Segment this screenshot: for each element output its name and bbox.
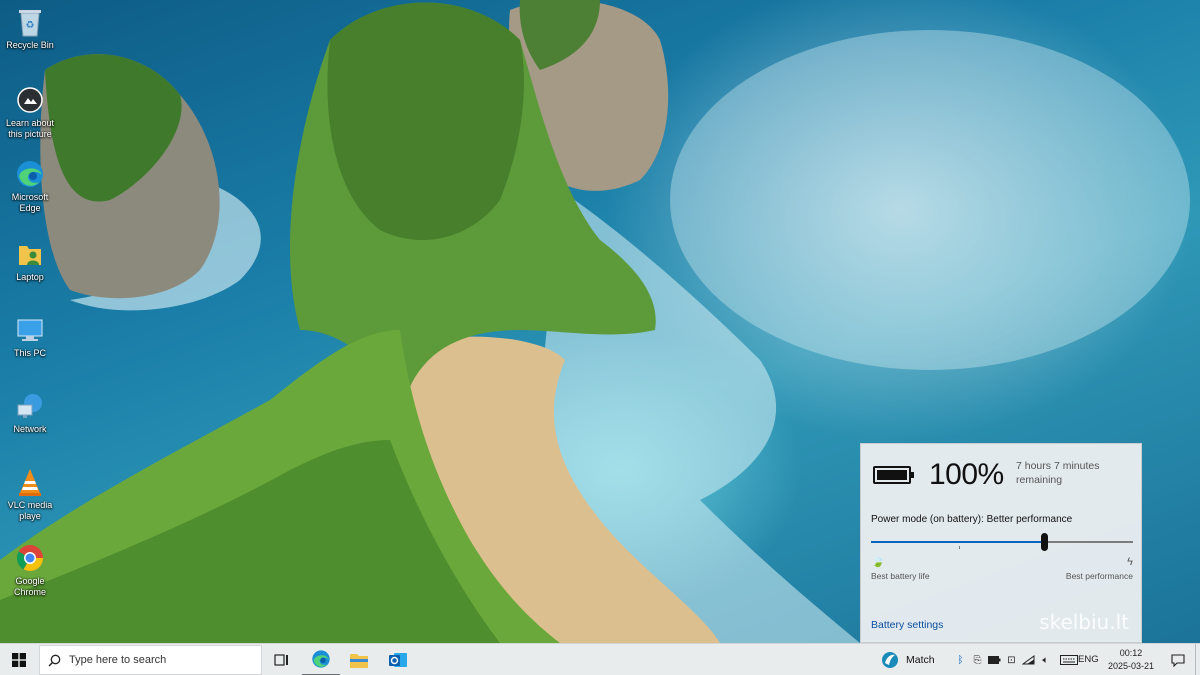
desktop-icon-label: Learn about this picture bbox=[5, 118, 55, 139]
desktop-icon-vlc[interactable]: VLC media playe bbox=[4, 466, 56, 522]
best-performance-label: Best performance bbox=[1065, 571, 1133, 581]
taskbar-edge[interactable] bbox=[302, 644, 340, 675]
recycle-bin-icon: ♻ bbox=[14, 6, 46, 38]
power-mode-label: Power mode (on battery): Better performa… bbox=[871, 514, 1073, 525]
svg-text:♻: ♻ bbox=[26, 20, 35, 31]
windows-logo-icon bbox=[12, 653, 26, 667]
desktop-icon-laptop[interactable]: Laptop bbox=[4, 238, 56, 283]
notification-icon bbox=[1171, 653, 1185, 667]
battery-flyout: 100% 7 hours 7 minutes remaining Power m… bbox=[860, 443, 1142, 643]
network-icon bbox=[14, 390, 46, 422]
watermark: skelbiu.lt bbox=[1039, 610, 1129, 634]
slider-fill bbox=[871, 541, 1044, 543]
desktop-icon-label: Recycle Bin bbox=[6, 40, 54, 50]
language-indicator[interactable]: ENG bbox=[1078, 644, 1099, 675]
task-view-icon bbox=[274, 654, 288, 666]
camera-icon bbox=[14, 84, 46, 116]
volume-icon[interactable]: 🔈︎ bbox=[1037, 644, 1054, 675]
notification-center-button[interactable] bbox=[1163, 644, 1193, 675]
desktop-icon-network[interactable]: Network bbox=[4, 390, 56, 435]
desktop-icon-label: Network bbox=[13, 424, 47, 434]
desktop-icon-chrome[interactable]: Google Chrome bbox=[4, 542, 56, 598]
best-battery-life-label: Best battery life bbox=[871, 571, 930, 581]
desktop-icon-edge[interactable]: Microsoft Edge bbox=[4, 158, 56, 214]
taskbar: Type here to search Match ᛒ ⎘ ⊡ 🔈︎ ENG 0… bbox=[0, 643, 1200, 675]
search-placeholder: Type here to search bbox=[69, 654, 167, 666]
desktop-icon-label: Google Chrome bbox=[13, 576, 46, 597]
desktop-icon-this-pc[interactable]: This PC bbox=[4, 314, 56, 359]
desktop-icon-label: Microsoft Edge bbox=[11, 192, 49, 213]
slider-tick bbox=[959, 546, 960, 549]
clock-time: 00:12 bbox=[1119, 648, 1143, 658]
user-folder-icon bbox=[14, 238, 46, 270]
outlook-icon bbox=[389, 653, 407, 667]
battery-status: 100% bbox=[873, 458, 1004, 492]
wifi-icon[interactable] bbox=[1020, 644, 1037, 675]
show-desktop-button[interactable] bbox=[1195, 644, 1200, 675]
folder-icon bbox=[350, 653, 368, 668]
power-mode-slider[interactable] bbox=[871, 533, 1133, 551]
battery-icon bbox=[873, 466, 914, 484]
vpn-icon[interactable]: ⊡ bbox=[1003, 644, 1020, 675]
slider-thumb[interactable] bbox=[1040, 533, 1048, 551]
taskbar-search-box[interactable]: Type here to search bbox=[39, 645, 262, 675]
start-button[interactable] bbox=[0, 644, 38, 675]
weather-label: Match bbox=[906, 654, 935, 666]
system-tray: ᛒ ⎘ ⊡ 🔈︎ bbox=[952, 644, 1084, 675]
desktop-icon-learn-about-picture[interactable]: Learn about this picture bbox=[4, 84, 56, 140]
weather-widget[interactable]: Match bbox=[880, 644, 935, 675]
desktop-icon-label: VLC media playe bbox=[7, 500, 53, 521]
battery-time-remaining: 7 hours 7 minutes remaining bbox=[1016, 460, 1100, 486]
chrome-icon bbox=[14, 542, 46, 574]
taskbar-clock[interactable]: 00:12 2025-03-21 bbox=[1102, 647, 1160, 673]
usb-device-icon[interactable]: ⎘ bbox=[969, 644, 986, 675]
battery-tray-icon[interactable] bbox=[986, 644, 1003, 675]
desktop-icon-label: Laptop bbox=[16, 272, 44, 282]
battery-percent: 100% bbox=[929, 458, 1004, 491]
task-view-button[interactable] bbox=[263, 644, 301, 675]
edge-icon bbox=[312, 650, 330, 668]
clock-date: 2025-03-21 bbox=[1107, 661, 1155, 671]
search-icon bbox=[48, 654, 61, 666]
leaf-icon: 🍃 bbox=[871, 556, 885, 568]
edge-icon bbox=[14, 158, 46, 190]
desktop-icon-recycle-bin[interactable]: ♻ Recycle Bin bbox=[4, 6, 56, 51]
battery-settings-link[interactable]: Battery settings bbox=[871, 619, 943, 631]
taskbar-file-explorer[interactable] bbox=[340, 644, 378, 675]
bluetooth-icon[interactable]: ᛒ bbox=[952, 644, 969, 675]
computer-icon bbox=[14, 314, 46, 346]
lightning-icon: ϟ bbox=[1127, 556, 1133, 568]
vlc-icon bbox=[14, 466, 46, 498]
taskbar-outlook[interactable] bbox=[379, 644, 417, 675]
match-icon bbox=[882, 652, 898, 668]
slider-end-labels: 🍃 Best battery life ϟ Best performance bbox=[871, 556, 1133, 582]
desktop-icon-label: This PC bbox=[13, 348, 46, 358]
